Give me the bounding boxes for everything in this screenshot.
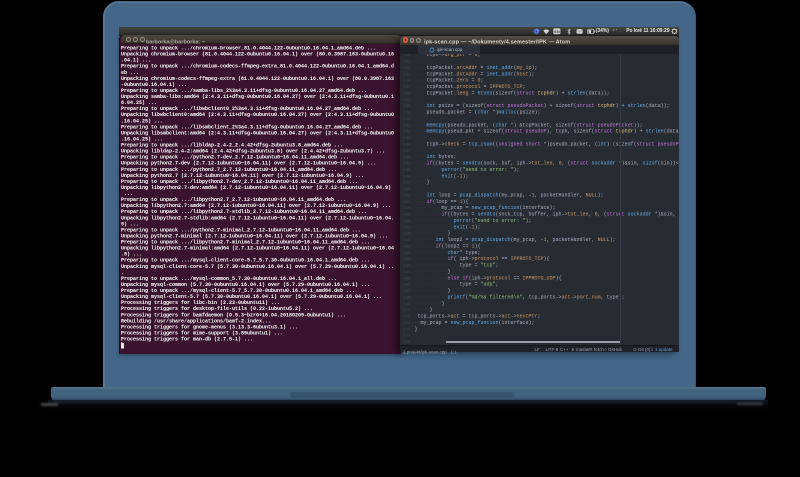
svg-text:EN: EN <box>554 29 560 34</box>
